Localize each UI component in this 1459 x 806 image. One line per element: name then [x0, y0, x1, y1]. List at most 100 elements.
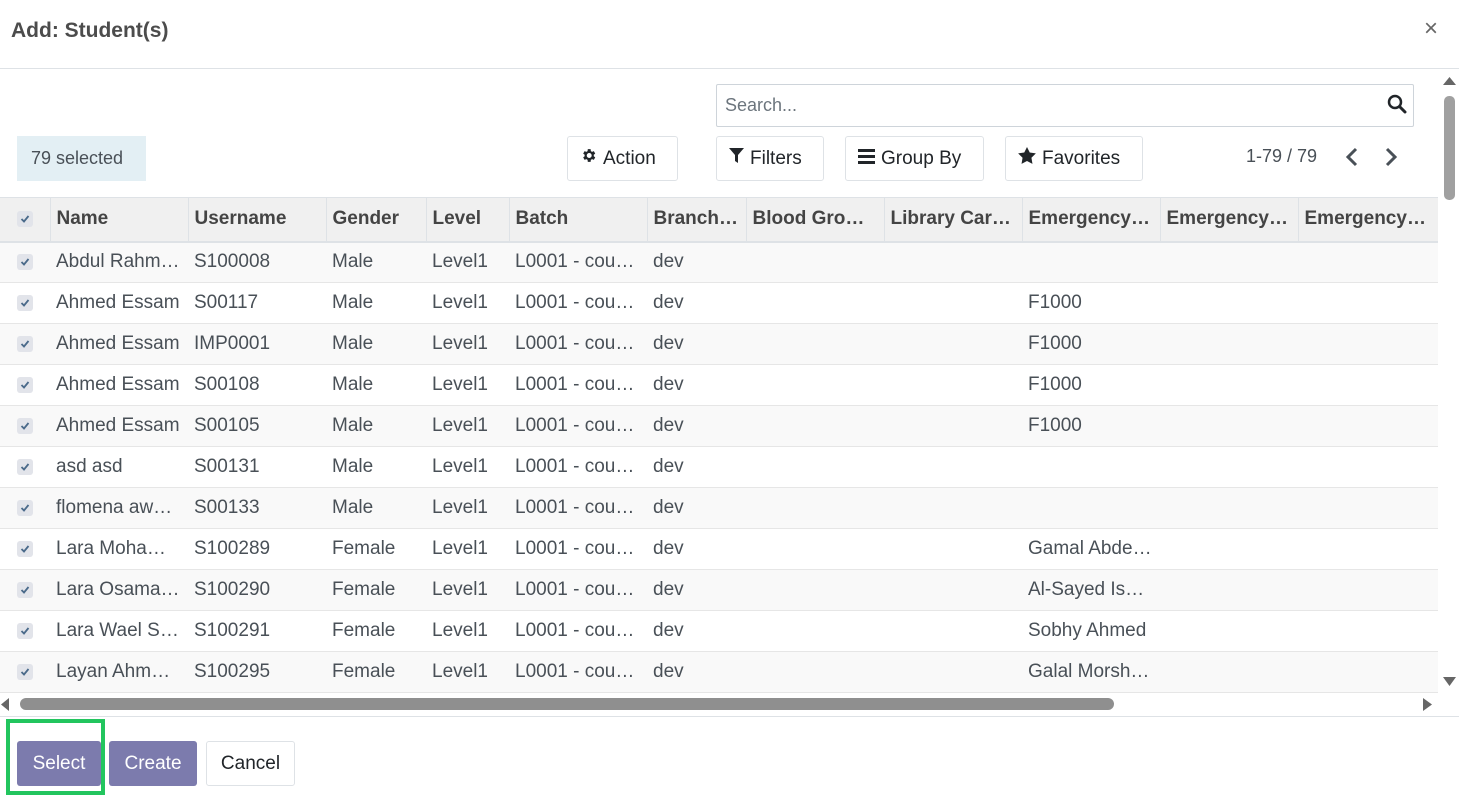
favorites-button[interactable]: Favorites [1005, 136, 1143, 181]
table-cell [1298, 364, 1438, 406]
column-header[interactable]: Username [188, 197, 327, 243]
table-cell: Level1 [426, 487, 509, 529]
column-header[interactable]: Level [426, 197, 510, 243]
row-checkbox[interactable] [0, 446, 50, 488]
column-header[interactable]: Emergency… [1022, 197, 1161, 243]
gear-icon [580, 147, 597, 170]
table-cell [1298, 487, 1438, 529]
table-cell: dev [647, 323, 746, 365]
create-button[interactable]: Create [109, 741, 197, 786]
pager-range[interactable]: 1-79 / 79 [1246, 146, 1317, 167]
table-cell: IMP0001 [188, 323, 326, 365]
table-cell: L0001 - cou… [509, 282, 647, 324]
dialog-title: Add: Student(s) [11, 19, 169, 42]
table-cell: Level1 [426, 651, 509, 693]
table-row[interactable]: flomena aw… S00133 Male Level1 L0001 - cou… d… [0, 487, 1438, 529]
horizontal-scrollbar[interactable] [0, 694, 1438, 714]
row-checkbox[interactable] [0, 405, 50, 447]
chevron-right-icon[interactable] [1382, 146, 1402, 168]
favorites-label: Favorites [1042, 147, 1121, 169]
column-header[interactable]: Blood Gro… [746, 197, 885, 243]
select-all-checkbox[interactable] [0, 197, 51, 243]
table-cell [1160, 487, 1298, 529]
table-cell: flomena aw… [50, 487, 188, 529]
row-checkbox[interactable] [0, 569, 50, 611]
table-cell: S00131 [188, 446, 326, 488]
table-cell: Gamal Abde… [1022, 528, 1160, 570]
filters-button[interactable]: Filters [716, 136, 824, 181]
table-cell: L0001 - cou… [509, 323, 647, 365]
row-checkbox[interactable] [0, 282, 50, 324]
table-cell: Level1 [426, 364, 509, 406]
table-row[interactable]: Layan Ahm… S100295 Female Level1 L0001 - cou… [0, 651, 1438, 693]
table-cell: L0001 - cou… [509, 364, 647, 406]
table-cell [1160, 610, 1298, 652]
table-cell [884, 487, 1022, 529]
table-cell [746, 241, 884, 283]
table-cell: S00117 [188, 282, 326, 324]
row-checkbox[interactable] [0, 487, 50, 529]
row-checkbox[interactable] [0, 651, 50, 693]
action-button[interactable]: Action [567, 136, 678, 181]
bars-icon [858, 148, 875, 170]
table-cell: Male [326, 364, 426, 406]
table-cell [1298, 323, 1438, 365]
select-button[interactable]: Select [17, 741, 101, 786]
table-cell [1160, 528, 1298, 570]
table-row[interactable]: Lara Wael S… S100291 Female Level1 L0001 - c… [0, 610, 1438, 652]
table-cell [884, 364, 1022, 406]
row-checkbox[interactable] [0, 364, 50, 406]
search-box[interactable] [716, 84, 1414, 127]
table-cell: L0001 - cou… [509, 446, 647, 488]
table-cell [1160, 651, 1298, 693]
table-cell [1160, 241, 1298, 283]
table-cell: dev [647, 282, 746, 324]
column-header[interactable]: Branch… [647, 197, 747, 243]
column-header[interactable]: Library Car… [884, 197, 1023, 243]
table-row[interactable]: Ahmed Essam S00108 Male Level1 L0001 - cou… d… [0, 364, 1438, 406]
table-cell: Lara Osama… [50, 569, 188, 611]
table-row[interactable]: Ahmed Essam S00117 Male Level1 L0001 - cou… d… [0, 282, 1438, 324]
column-header[interactable]: Name [50, 197, 189, 243]
column-header[interactable]: Batch [509, 197, 648, 243]
close-icon[interactable]: × [1424, 17, 1438, 41]
table-row[interactable]: Lara Moha… S100289 Female Level1 L0001 - cou… [0, 528, 1438, 570]
cancel-button[interactable]: Cancel [206, 741, 295, 786]
table-row[interactable]: asd asd S00131 Male Level1 L0001 - cou… dev [0, 446, 1438, 488]
table-cell [746, 569, 884, 611]
column-header[interactable]: Emergency… [1298, 197, 1438, 243]
table-cell [884, 528, 1022, 570]
vertical-scrollbar[interactable] [1440, 76, 1459, 690]
table-cell: dev [647, 446, 746, 488]
table-row[interactable]: Ahmed Essam IMP0001 Male Level1 L0001 - cou…… [0, 323, 1438, 365]
table-cell [1298, 569, 1438, 611]
table-cell [746, 364, 884, 406]
table-cell [884, 446, 1022, 488]
column-header[interactable]: Emergency… [1160, 197, 1299, 243]
table-cell: Male [326, 323, 426, 365]
table-cell: dev [647, 610, 746, 652]
table-cell [884, 569, 1022, 611]
table-cell [1298, 282, 1438, 324]
star-icon [1018, 147, 1036, 170]
table-row[interactable]: Abdul Rahm… S100008 Male Level1 L0001 - cou…… [0, 241, 1438, 283]
table-cell [746, 282, 884, 324]
table-cell: Galal Morsh… [1022, 651, 1160, 693]
table-row[interactable]: Lara Osama… S100290 Female Level1 L0001 - co… [0, 569, 1438, 611]
search-icon[interactable] [1387, 94, 1407, 119]
group-by-button[interactable]: Group By [845, 136, 984, 181]
chevron-left-icon[interactable] [1343, 146, 1363, 168]
row-checkbox[interactable] [0, 323, 50, 365]
table-cell: F1000 [1022, 364, 1160, 406]
table-cell: S100008 [188, 241, 326, 283]
table-row[interactable]: Ahmed Essam S00105 Male Level1 L0001 - cou… d… [0, 405, 1438, 447]
search-input[interactable] [717, 85, 1367, 126]
table-cell [1160, 405, 1298, 447]
row-checkbox[interactable] [0, 528, 50, 570]
table-cell: Male [326, 446, 426, 488]
table-cell [1160, 446, 1298, 488]
row-checkbox[interactable] [0, 241, 50, 283]
column-header[interactable]: Gender [326, 197, 427, 243]
table-cell [884, 651, 1022, 693]
row-checkbox[interactable] [0, 610, 50, 652]
